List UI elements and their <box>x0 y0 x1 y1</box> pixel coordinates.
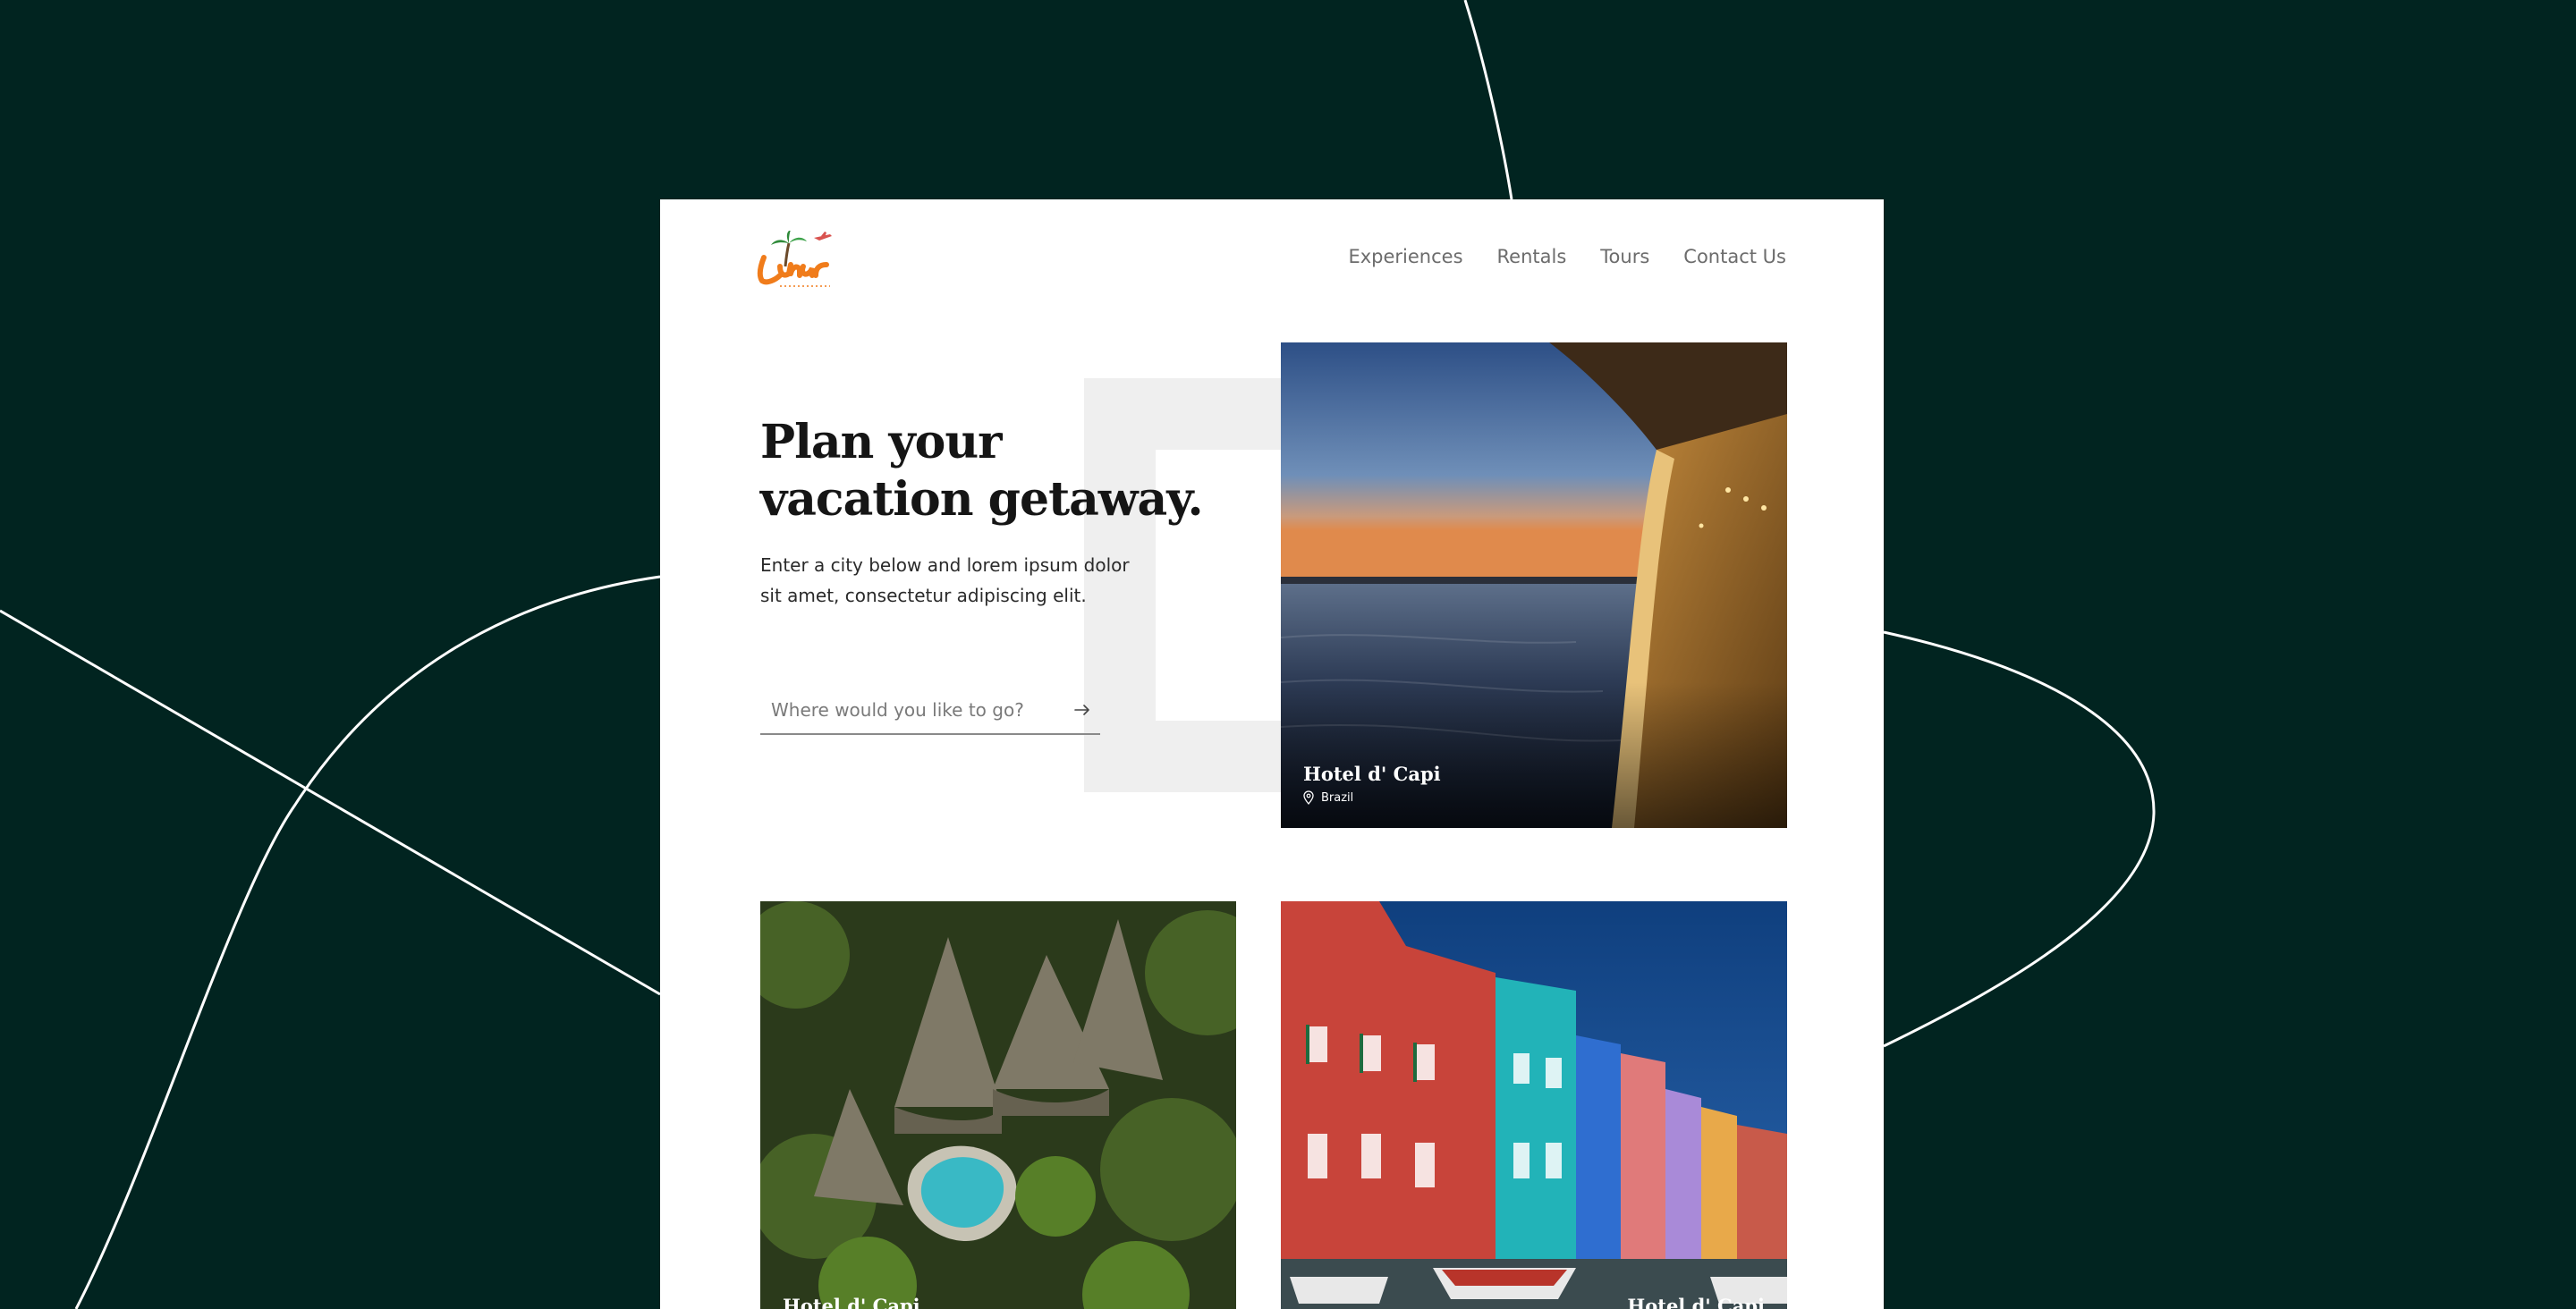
destination-card[interactable]: Hotel d' Capi <box>1281 901 1787 1309</box>
destination-card[interactable]: Hotel d' Capi <box>760 901 1236 1309</box>
lunar-logo[interactable] <box>755 231 839 293</box>
palm-tree-icon <box>771 231 807 267</box>
destination-card[interactable]: Hotel d' Capi Brazil <box>1281 342 1787 828</box>
arrow-right-icon <box>1074 705 1089 715</box>
card-title: Hotel d' Capi <box>783 1295 920 1309</box>
card-title: Hotel d' Capi <box>1627 1295 1765 1309</box>
hero-subtitle-line-1: Enter a city below and lorem ipsum dolor <box>760 554 1130 576</box>
nav-rentals[interactable]: Rentals <box>1497 246 1567 267</box>
map-pin-icon <box>1303 790 1314 805</box>
card-caption: Hotel d' Capi Brazil <box>1303 763 1441 805</box>
destination-search <box>760 687 1100 735</box>
card-location-text: Brazil <box>1321 790 1354 805</box>
landing-page-panel: Experiences Rentals Tours Contact Us Pla… <box>660 199 1884 1309</box>
wordmark <box>757 255 829 285</box>
nav-tours[interactable]: Tours <box>1600 246 1649 267</box>
hero-subtitle: Enter a city below and lorem ipsum dolor… <box>760 550 1136 611</box>
card-location: Brazil <box>1303 790 1441 805</box>
hero-title: Plan your vacation getaway. <box>760 414 1204 528</box>
card-caption: Hotel d' Capi <box>1627 1295 1765 1309</box>
nav-contact-us[interactable]: Contact Us <box>1683 246 1786 267</box>
hero-title-line-1: Plan your <box>760 415 1003 469</box>
cruise-ship-sunset-photo <box>1281 342 1787 828</box>
nav-experiences[interactable]: Experiences <box>1348 246 1462 267</box>
search-submit-button[interactable] <box>1064 692 1100 728</box>
card-title: Hotel d' Capi <box>1303 763 1441 785</box>
destination-search-input[interactable] <box>760 698 1064 722</box>
hero-title-line-2: vacation getaway. <box>760 472 1204 527</box>
colorful-canal-houses-photo <box>1281 901 1787 1309</box>
hero-subtitle-line-2: sit amet, consectetur adipiscing elit. <box>760 585 1087 606</box>
airplane-icon <box>814 232 832 241</box>
resort-huts-pool-photo <box>760 901 1236 1309</box>
card-caption: Hotel d' Capi <box>783 1295 920 1309</box>
main-nav: Experiences Rentals Tours Contact Us <box>1348 246 1786 267</box>
